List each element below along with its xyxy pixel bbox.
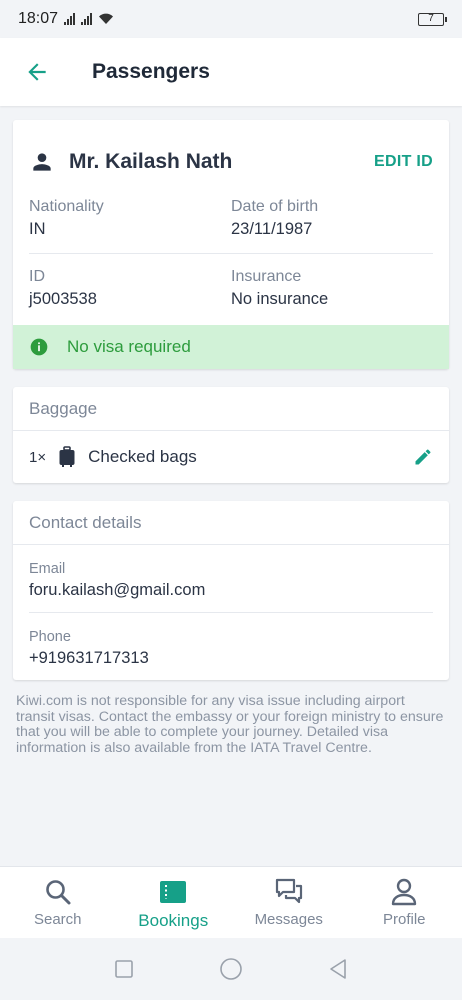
signal-icon — [64, 13, 76, 25]
visa-status-bar: No visa required — [13, 325, 449, 369]
user-icon — [392, 878, 417, 906]
id-value: j5003538 — [29, 290, 97, 308]
info-row: ID j5003538 Insurance No insurance — [29, 253, 433, 323]
nav-search-label: Search — [33, 911, 82, 928]
dob-cell: Date of birth 23/11/1987 — [231, 198, 433, 239]
passenger-header: Mr. Kailash Nath EDIT ID — [13, 120, 449, 184]
passenger-name: Mr. Kailash Nath — [69, 150, 233, 173]
home-button[interactable] — [219, 957, 243, 981]
app-header: Passengers — [0, 38, 462, 106]
system-nav-bar — [0, 938, 462, 1000]
passenger-info: Nationality IN Date of birth 23/11/1987 … — [13, 184, 449, 323]
status-left: 18:07 — [18, 10, 114, 28]
insurance-value: No insurance — [231, 290, 329, 308]
dob-value: 23/11/1987 — [231, 220, 313, 238]
phone-value: +919631717313 — [29, 649, 149, 667]
search-icon — [45, 880, 71, 905]
visa-status-text: No visa required — [67, 337, 191, 356]
suitcase-icon — [59, 446, 75, 467]
circle-icon — [220, 958, 242, 980]
person-icon — [33, 153, 51, 171]
nav-messages-label: Messages — [254, 911, 323, 928]
insurance-cell: Insurance No insurance — [231, 268, 433, 309]
pencil-icon[interactable] — [413, 447, 433, 467]
ticket-icon — [160, 881, 187, 903]
baggage-row: 1× Checked bags — [13, 431, 449, 483]
bottom-nav: Search Bookings Messages Profile — [0, 866, 462, 938]
contact-phone: Phone +919631717313 — [29, 612, 433, 680]
nationality-value: IN — [29, 220, 46, 238]
email-value: foru.kailash@gmail.com — [29, 581, 206, 599]
id-label: ID — [29, 268, 45, 285]
contact-body: Email foru.kailash@gmail.com Phone +9196… — [13, 545, 449, 680]
status-time: 18:07 — [18, 10, 59, 27]
phone-label: Phone — [29, 629, 71, 645]
contact-title: Contact details — [13, 501, 449, 545]
signal-icon-2 — [81, 13, 93, 25]
arrow-left-icon — [28, 63, 46, 81]
square-icon — [114, 960, 133, 978]
page-title: Passengers — [92, 60, 210, 83]
passenger-card: Mr. Kailash Nath EDIT ID Nationality IN … — [13, 120, 449, 369]
nav-messages[interactable]: Messages — [231, 867, 347, 938]
edit-id-button[interactable]: EDIT ID — [374, 153, 433, 171]
nationality-cell: Nationality IN — [29, 198, 231, 239]
recents-button[interactable] — [112, 957, 136, 981]
chat-bubbles-icon — [275, 878, 302, 904]
visa-disclaimer: Kiwi.com is not responsible for any visa… — [16, 693, 444, 756]
nav-bookings-label: Bookings — [138, 911, 209, 930]
nav-profile-label: Profile — [382, 911, 426, 928]
status-bar: 18:07 7 — [0, 0, 462, 38]
info-icon — [30, 338, 48, 356]
battery-icon: 7 — [418, 12, 447, 26]
dob-label: Date of birth — [231, 198, 319, 215]
baggage-card: Baggage 1× Checked bags — [13, 387, 449, 483]
back-button[interactable] — [20, 55, 54, 89]
info-row: Nationality IN Date of birth 23/11/1987 — [29, 184, 433, 253]
insurance-label: Insurance — [231, 268, 302, 285]
id-cell: ID j5003538 — [29, 268, 231, 309]
wifi-icon — [99, 13, 114, 24]
nationality-label: Nationality — [29, 198, 104, 215]
nav-profile[interactable]: Profile — [347, 867, 462, 938]
baggage-title: Baggage — [13, 387, 449, 431]
nav-bookings[interactable]: Bookings — [116, 867, 232, 938]
triangle-back-icon — [330, 959, 347, 979]
baggage-label: Checked bags — [88, 447, 197, 466]
contact-email: Email foru.kailash@gmail.com — [29, 545, 433, 612]
nav-search[interactable]: Search — [0, 867, 116, 938]
back-system-button[interactable] — [326, 957, 350, 981]
email-label: Email — [29, 561, 66, 577]
contact-card: Contact details Email foru.kailash@gmail… — [13, 501, 449, 680]
baggage-quantity: 1× — [29, 448, 47, 466]
